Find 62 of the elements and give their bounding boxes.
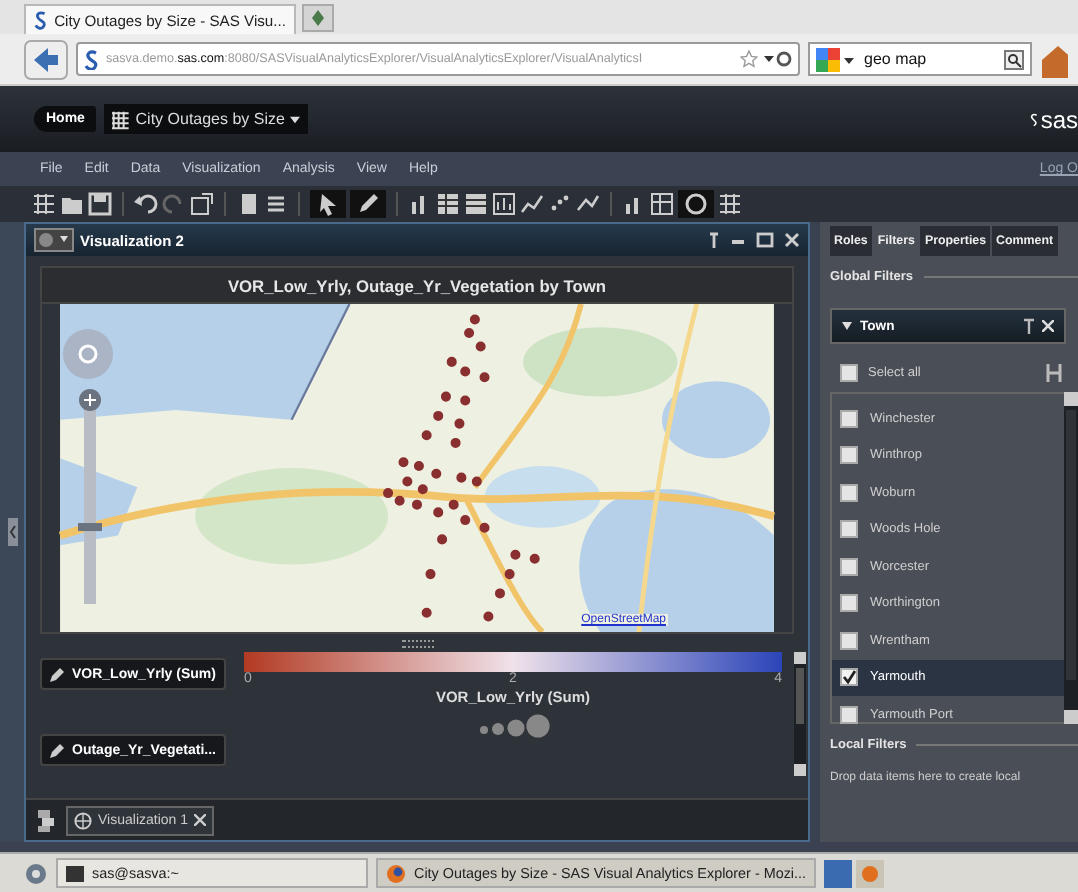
star-icon[interactable]	[740, 50, 758, 68]
scrollbar[interactable]	[794, 652, 806, 776]
checkbox[interactable]	[840, 409, 858, 428]
line-chart-icon[interactable]	[576, 192, 600, 216]
zoom-slider[interactable]	[78, 388, 102, 608]
checkbox[interactable]	[840, 364, 858, 382]
resize-grip[interactable]	[401, 640, 433, 648]
checkbox[interactable]	[840, 631, 858, 650]
visualization-menu-icon[interactable]	[34, 228, 74, 252]
pencil-icon[interactable]	[350, 190, 386, 218]
undo-icon[interactable]	[134, 192, 158, 216]
home-icon[interactable]	[1040, 41, 1068, 77]
close-icon[interactable]	[1042, 320, 1054, 332]
document-icon[interactable]	[236, 192, 260, 216]
pointer-icon[interactable]	[310, 190, 346, 218]
grid-icon[interactable]	[718, 192, 742, 216]
sas-logo: sas	[1030, 105, 1078, 133]
checkbox[interactable]	[840, 594, 858, 613]
site-icon	[84, 49, 100, 69]
checkbox[interactable]	[840, 483, 858, 502]
checkbox[interactable]	[840, 446, 858, 465]
chart-title: VOR_Low_Yrly, Outage_Yr_Vegetation by Town	[40, 266, 794, 302]
table-icon[interactable]	[464, 192, 488, 216]
scatter-icon[interactable]	[548, 192, 572, 216]
close-icon[interactable]	[194, 814, 207, 826]
new-tab-button[interactable]	[302, 4, 334, 32]
slider-thumb[interactable]	[78, 523, 102, 532]
close-icon[interactable]	[784, 230, 800, 250]
report-dropdown[interactable]: City Outages by Size	[104, 104, 309, 134]
grid-icon[interactable]	[32, 192, 56, 216]
back-button[interactable]	[24, 39, 68, 79]
search-icon[interactable]	[1004, 49, 1024, 69]
scrollbar[interactable]	[1064, 392, 1078, 724]
caret-icon	[842, 322, 852, 330]
caret-icon	[290, 115, 301, 123]
list-icon[interactable]	[264, 192, 288, 216]
collapse-handle[interactable]	[7, 518, 17, 546]
pencil-icon	[50, 666, 66, 682]
folder-icon[interactable]	[60, 192, 84, 216]
maximize-icon[interactable]	[756, 230, 774, 250]
chart-icon[interactable]	[492, 192, 516, 216]
grid-icon	[112, 109, 130, 129]
tab-list-icon[interactable]	[38, 809, 54, 831]
workspace-switcher[interactable]	[824, 859, 884, 887]
pencil-icon	[50, 742, 66, 758]
browser-icon	[386, 863, 406, 883]
checkbox[interactable]	[840, 668, 858, 687]
table-icon[interactable]	[436, 192, 460, 216]
applications-icon[interactable]	[24, 861, 48, 885]
dropdown-icon[interactable]	[764, 50, 792, 68]
checkbox[interactable]	[840, 705, 858, 724]
search-field[interactable]: geo map	[808, 42, 1032, 76]
checkbox[interactable]	[840, 557, 858, 576]
terminal-icon	[66, 865, 84, 881]
save-icon[interactable]	[88, 192, 112, 216]
size-legend-drawing	[477, 712, 549, 740]
site-icon	[34, 10, 49, 30]
export-icon[interactable]	[190, 192, 214, 216]
search-engine-icon[interactable]	[816, 47, 856, 71]
globe-icon	[74, 811, 92, 829]
checkbox[interactable]	[840, 520, 858, 539]
line-chart-icon[interactable]	[520, 192, 544, 216]
